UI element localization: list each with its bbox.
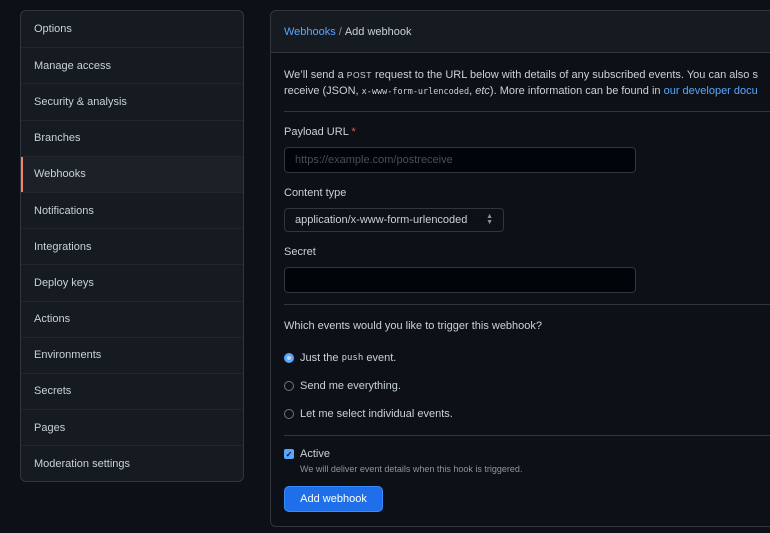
sidebar-item-environments[interactable]: Environments [21, 336, 243, 373]
active-checkbox-row[interactable]: ✓ Active We will deliver event details w… [284, 448, 770, 474]
sidebar-item-label: Environments [34, 349, 102, 362]
events-question: Which events would you like to trigger t… [284, 320, 543, 332]
secret-label: Secret [284, 246, 316, 258]
sidebar-item-options[interactable]: Options [21, 11, 243, 47]
sidebar-item-label: Moderation settings [34, 457, 130, 470]
intro-text-part: request to the URL below with details of… [375, 69, 758, 81]
sidebar-item-label: Deploy keys [34, 276, 94, 289]
sidebar-item-secrets[interactable]: Secrets [21, 372, 243, 409]
event-option-individual[interactable]: Let me select individual events. [284, 400, 770, 428]
intro-text-part: We’ll send a [284, 69, 344, 81]
event-option-push[interactable]: Just the push event. [284, 344, 770, 372]
sidebar-item-label: Actions [34, 313, 71, 326]
post-keyword: POST [346, 70, 372, 80]
content-type-label: Content type [284, 187, 347, 199]
sidebar-item-manage-access[interactable]: Manage access [21, 47, 243, 83]
checkbox-checked-icon[interactable]: ✓ [284, 449, 294, 459]
sidebar-item-webhooks[interactable]: Webhooks [21, 155, 243, 193]
sidebar-item-label: Secrets [34, 385, 72, 398]
event-option-text: Just the [300, 352, 339, 364]
intro-text-part: receive (JSON, [284, 85, 359, 97]
sidebar-item-label: Manage access [34, 59, 112, 72]
intro-etc: etc [475, 85, 490, 97]
webhook-form-panel: Webhooks / Add webhook We’ll send a POST… [270, 10, 770, 527]
payload-url-input[interactable] [284, 147, 636, 173]
sidebar-item-label: Webhooks [34, 168, 86, 181]
sidebar-item-pages[interactable]: Pages [21, 409, 243, 445]
settings-sidebar: Options Manage access Security & analysi… [20, 10, 244, 483]
event-option-text: event. [366, 352, 397, 364]
push-code: push [341, 353, 364, 363]
breadcrumb-separator: / [338, 25, 342, 38]
add-webhook-button[interactable]: Add webhook [284, 486, 383, 512]
payload-url-label-text: Payload URL [284, 126, 349, 138]
content-type-select[interactable]: application/x-www-form-urlencoded ▲ ▼ [284, 208, 504, 232]
sidebar-item-label: Options [34, 23, 72, 36]
sidebar-item-label: Pages [34, 421, 66, 434]
event-option-text: Send me everything. [300, 380, 401, 392]
urlencoded-code: x-www-form-urlencoded [361, 87, 470, 97]
form-body: We’ll send a POST request to the URL bel… [271, 53, 770, 512]
radio-unchecked-icon[interactable] [284, 409, 294, 419]
divider [284, 304, 770, 305]
required-asterisk: * [351, 126, 356, 138]
payload-url-label: Payload URL * [284, 126, 770, 138]
sidebar-item-label: Integrations [34, 240, 92, 253]
sidebar-item-security-analysis[interactable]: Security & analysis [21, 83, 243, 119]
content-type-value: application/x-www-form-urlencoded [295, 214, 468, 226]
intro-text: We’ll send a POST request to the URL bel… [284, 67, 770, 112]
breadcrumb-current: Add webhook [344, 25, 412, 38]
breadcrumb: Webhooks / Add webhook [271, 11, 770, 53]
event-option-everything[interactable]: Send me everything. [284, 372, 770, 400]
sidebar-item-actions[interactable]: Actions [21, 300, 243, 337]
event-option-text: Let me select individual events. [300, 408, 453, 420]
intro-text-part: ). More information can be found in [489, 85, 661, 97]
select-arrows-icon: ▲ ▼ [486, 213, 493, 226]
active-description: We will deliver event details when this … [300, 464, 523, 474]
sidebar-item-label: Security & analysis [34, 95, 127, 108]
breadcrumb-webhooks-link[interactable]: Webhooks [284, 26, 336, 38]
secret-input[interactable] [284, 267, 636, 293]
divider [284, 435, 770, 436]
developer-docs-link[interactable]: our developer docu [664, 85, 758, 97]
sidebar-item-moderation-settings[interactable]: Moderation settings [21, 445, 243, 481]
radio-checked-icon[interactable] [284, 353, 294, 363]
sidebar-item-label: Notifications [34, 204, 94, 217]
sidebar-item-branches[interactable]: Branches [21, 119, 243, 156]
active-label: Active [300, 448, 330, 460]
sidebar-item-integrations[interactable]: Integrations [21, 228, 243, 264]
sidebar-item-deploy-keys[interactable]: Deploy keys [21, 264, 243, 300]
sidebar-item-label: Branches [34, 132, 81, 145]
sidebar-item-notifications[interactable]: Notifications [21, 191, 243, 228]
radio-unchecked-icon[interactable] [284, 381, 294, 391]
intro-text-part: , [469, 85, 473, 97]
